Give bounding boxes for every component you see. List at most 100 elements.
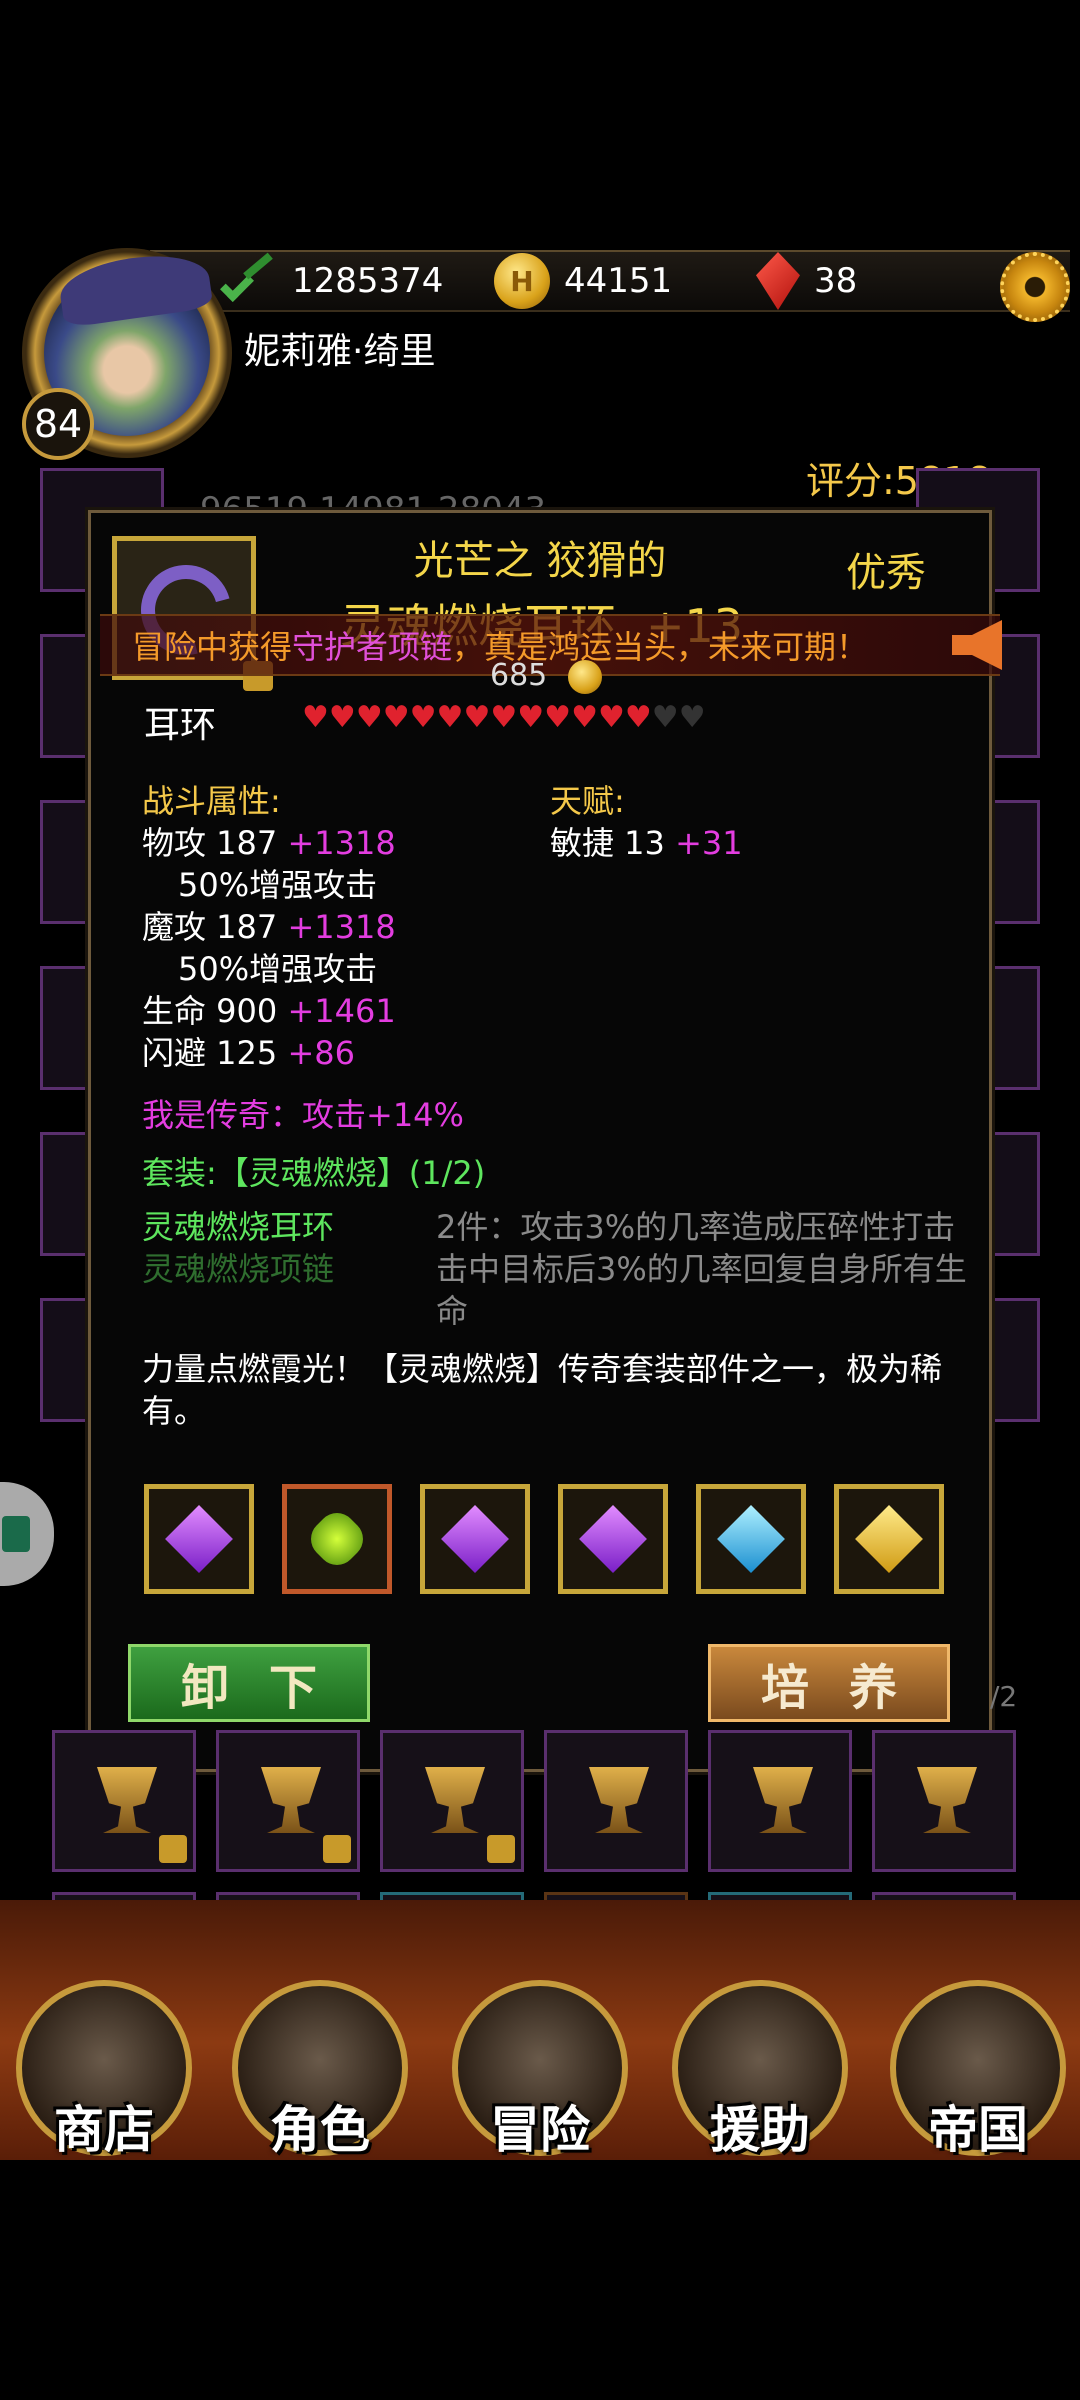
- item-prefix: 光芒之 狡猾的: [413, 538, 667, 584]
- trophy-icon: [589, 1767, 649, 1833]
- heart-filled-icon: ♥: [328, 700, 356, 735]
- gem-value: 38: [814, 261, 858, 301]
- gem-socket-2[interactable]: [282, 1484, 392, 1594]
- heart-filled-icon: ♥: [463, 700, 491, 735]
- exp-counter: 1285374: [216, 250, 443, 312]
- talent-row: 敏捷 13 +31: [550, 822, 743, 864]
- gem-counter[interactable]: 38: [756, 250, 857, 312]
- purple-gem-icon: [165, 1505, 233, 1573]
- stat-bonus: +1318: [287, 824, 396, 862]
- page-indicator: /2: [990, 1680, 1018, 1713]
- heart-filled-icon: ♥: [302, 700, 329, 735]
- talent-label: 敏捷 13: [550, 824, 676, 862]
- heart-filled-icon: ♥: [436, 700, 464, 735]
- stat-bonus: +1461: [287, 992, 396, 1030]
- exp-value: 1285374: [292, 261, 444, 301]
- stat-row: 生命 900 +1461: [142, 990, 396, 1032]
- red-gem-icon: [756, 252, 800, 310]
- gem-socket-3[interactable]: [420, 1484, 530, 1594]
- marquee-part1: 冒险中获得: [132, 628, 293, 666]
- lock-icon: [159, 1835, 187, 1863]
- gem-socket-5[interactable]: [696, 1484, 806, 1594]
- trophy-icon: [917, 1767, 977, 1833]
- trophy-icon: [753, 1767, 813, 1833]
- stat-label: 物攻 187: [142, 824, 288, 862]
- talent-bonus: +31: [675, 824, 743, 862]
- yellow-gem-icon: [855, 1505, 923, 1573]
- green-rune-icon: [303, 1505, 371, 1573]
- lock-icon: [487, 1835, 515, 1863]
- gem-socket-4[interactable]: [558, 1484, 668, 1594]
- screen-bottom-padding: [0, 2160, 1080, 2400]
- nav-support-label[interactable]: 援助: [672, 2090, 848, 2162]
- heart-filled-icon: ♥: [355, 700, 383, 735]
- train-button[interactable]: 培养: [708, 1644, 950, 1722]
- inventory-slot[interactable]: [52, 1730, 196, 1872]
- nav-empire-label[interactable]: 帝国: [890, 2090, 1066, 2162]
- stat-row: 物攻 187 +1318: [142, 822, 396, 864]
- announcement-marquee: 冒险中获得 守护者项链 ，真是鸿运当头，未来可期！: [100, 614, 1000, 676]
- inventory-slot[interactable]: [708, 1730, 852, 1872]
- combat-stats: 战斗属性: 物攻 187 +1318 50%增强攻击 魔攻 187 +1318 …: [142, 780, 396, 1074]
- heart-filled-icon: ♥: [597, 700, 625, 735]
- stat-row: 魔攻 187 +1318: [142, 906, 396, 948]
- heart-filled-icon: ♥: [544, 700, 572, 735]
- trophy-icon: [425, 1767, 485, 1833]
- heart-filled-icon: ♥: [624, 700, 652, 735]
- set-pieces: 灵魂燃烧耳环 灵魂燃烧项链: [142, 1206, 334, 1290]
- set-bonus-description: 2件：攻击3%的几率造成压碎性打击击中目标后3%的几率回复自身所有生命: [436, 1208, 967, 1330]
- stat-label: 闪避 125: [142, 1034, 288, 1072]
- talent-title: 天赋:: [550, 782, 625, 820]
- gold-coin-icon: H: [494, 253, 550, 309]
- inventory-slot[interactable]: [872, 1730, 1016, 1872]
- purple-gem-icon: [579, 1505, 647, 1573]
- heart-empty-icon: ♥: [651, 700, 679, 735]
- quality-hearts: ♥ ♥ ♥ ♥ ♥ ♥ ♥ ♥ ♥ ♥ ♥ ♥ ♥ ♥ ♥: [302, 700, 706, 735]
- heart-filled-icon: ♥: [382, 700, 410, 735]
- nav-character-label[interactable]: 角色: [232, 2090, 408, 2162]
- purple-gem-icon: [441, 1505, 509, 1573]
- blue-gem-icon: [717, 1505, 785, 1573]
- gem-socket-6[interactable]: [834, 1484, 944, 1594]
- legendary-bonus: 我是传奇：攻击+14%: [142, 1096, 464, 1134]
- heart-filled-icon: ♥: [571, 700, 598, 735]
- side-menu-button[interactable]: [0, 1482, 54, 1586]
- lock-icon: [323, 1835, 351, 1863]
- talent-stats: 天赋: 敏捷 13 +31: [550, 780, 743, 864]
- stat-bonus: +1318: [287, 908, 396, 946]
- heart-filled-icon: ♥: [490, 700, 518, 735]
- stat-sub: 50%增强攻击: [178, 950, 378, 988]
- stat-label: 魔攻 187: [142, 908, 288, 946]
- settings-gear-icon[interactable]: [1000, 252, 1070, 322]
- flavor-text: 力量点燃霞光！【灵魂燃烧】传奇套装部件之一，极为稀有。: [142, 1350, 943, 1430]
- set-piece-missing: 灵魂燃烧项链: [142, 1250, 335, 1288]
- gem-sockets: [144, 1484, 944, 1594]
- exp-arrow-icon: [216, 256, 278, 306]
- gold-value: 44151: [564, 261, 673, 301]
- item-quality: 优秀: [846, 550, 926, 596]
- inventory-slot[interactable]: [216, 1730, 360, 1872]
- level-badge: 84: [22, 388, 94, 460]
- stat-bonus: +86: [287, 1034, 355, 1072]
- inventory-slot[interactable]: [544, 1730, 688, 1872]
- crown-item-icon: [261, 1767, 321, 1833]
- combat-title: 战斗属性:: [142, 782, 281, 820]
- gem-socket-1[interactable]: [144, 1484, 254, 1594]
- trophy-icon: [97, 1767, 157, 1833]
- set-title: 套装:【灵魂燃烧】(1/2): [142, 1154, 486, 1192]
- nav-adventure-label[interactable]: 冒险: [452, 2090, 628, 2162]
- set-piece-owned: 灵魂燃烧耳环: [142, 1208, 335, 1246]
- gold-counter[interactable]: H 44151: [494, 250, 672, 312]
- heart-empty-icon: ♥: [678, 700, 706, 735]
- unequip-button[interactable]: 卸下: [128, 1644, 370, 1722]
- heart-filled-icon: ♥: [409, 700, 437, 735]
- marquee-highlight: 守护者项链: [292, 628, 453, 666]
- heart-filled-icon: ♥: [517, 700, 545, 735]
- gold-coin-icon: [568, 660, 602, 694]
- character-name: 妮莉雅·绮里: [244, 331, 436, 372]
- nav-shop-label[interactable]: 商店: [16, 2090, 192, 2162]
- stat-label: 生命 900: [142, 992, 288, 1030]
- stat-sub: 50%增强攻击: [178, 866, 378, 904]
- item-slot-type: 耳环: [144, 705, 217, 746]
- inventory-slot[interactable]: [380, 1730, 524, 1872]
